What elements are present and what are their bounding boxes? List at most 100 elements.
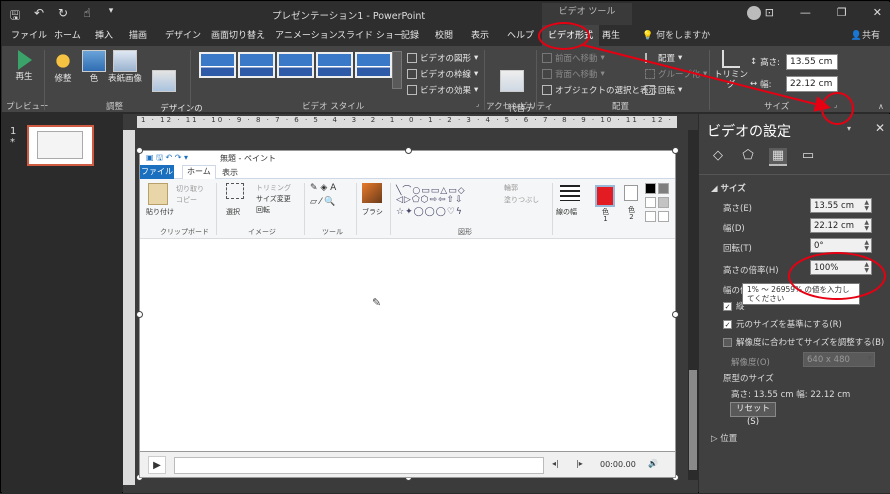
color-button[interactable]: 色 [82,50,106,84]
minimize-icon[interactable]: — [800,6,811,19]
tab-design[interactable]: デザイン [165,28,201,41]
undo-icon[interactable]: ↶ [32,6,46,27]
window-title: プレゼンテーション1 - PowerPoint [272,11,426,22]
tab-slideshow[interactable]: スライド ショー [337,28,403,41]
video-style-option[interactable] [199,52,236,78]
color-icon [82,50,106,72]
share-button[interactable]: 👤共有 [851,28,880,41]
gallery-scroll-button[interactable] [392,51,402,89]
pane-rotation-input[interactable]: 0° ▲ ▼ [810,238,872,253]
section-size-header[interactable]: ◢ サイズ [711,182,746,194]
pane-width-input[interactable]: 22.12 cm ▲ ▼ [810,218,872,233]
width-input[interactable]: 22.12 cm [786,76,838,92]
ribbon-separator [190,50,191,110]
tab-transitions[interactable]: 画面切り替え [211,28,265,41]
reset-design-icon [152,70,176,92]
video-style-option[interactable] [238,52,275,78]
palette-swatch [645,197,656,208]
video-progress-bar[interactable] [174,457,544,474]
effects-icon[interactable]: ⬠ [739,148,757,166]
scrollbar-thumb[interactable] [689,370,697,470]
spinner-icon[interactable]: ▲ ▼ [864,200,869,212]
tab-playback[interactable]: 再生 [602,28,620,41]
paint-separator [390,183,391,235]
close-pane-icon[interactable]: ✕ [875,121,885,135]
size-properties-icon[interactable]: ▦ [769,148,787,166]
video-effects-button[interactable]: ビデオの効果 ▾ [407,84,478,96]
resolution-select[interactable]: 640 x 480 ▼ [803,352,875,367]
video-shape-icon [407,53,417,63]
tab-file[interactable]: ファイル [11,28,47,41]
video-object[interactable]: ▣ 🖫 ↶ ↷ ▾ 無題 - ペイント ファイル ホーム 表示 貼り付け 切り取… [136,147,679,481]
tab-view[interactable]: 表示 [471,28,489,41]
video-style-option[interactable] [277,52,314,78]
poster-frame-button[interactable]: 表紙画像 [108,50,142,84]
align-button[interactable]: 配置 ▾ [645,52,682,64]
tab-draw[interactable]: 描画 [129,28,147,41]
volume-icon[interactable]: 🔊 [648,459,658,468]
resize-handle[interactable] [672,147,679,154]
pane-width-label: 幅(D) [723,224,745,234]
video-shape-button[interactable]: ビデオの図形 ▾ [407,52,478,64]
ribbon-separator [536,50,537,110]
video-icon[interactable]: ▭ [799,148,817,166]
best-scale-checkbox[interactable]: 解像度に合わせてサイズを調整する(B) [723,336,884,348]
chevron-down-icon: ▾ [678,85,683,95]
dialog-launcher-icon[interactable]: ⌟ [476,100,479,108]
close-icon[interactable]: ✕ [873,6,882,19]
expand-icon: ◢ [711,184,718,194]
resize-handle[interactable] [405,147,412,154]
touch-mode-icon[interactable]: ☝ [80,6,94,27]
resize-handle[interactable] [136,311,143,318]
fill-line-icon[interactable]: ◇ [709,148,727,166]
paint-qat-icons: ▣ 🖫 ↶ ↷ ▾ [146,153,188,162]
maximize-icon[interactable]: ❐ [837,6,847,19]
corrections-button[interactable]: 修整 [50,50,76,84]
tab-home[interactable]: ホーム [54,28,81,41]
rotate-button[interactable]: 回転 ▾ [645,84,682,96]
redo-icon[interactable]: ↻ [56,6,70,27]
step-forward-icon[interactable]: |▸ [576,459,583,468]
spinner-icon[interactable]: ▲ ▼ [864,240,869,252]
pane-width-value: 22.12 cm [814,221,854,231]
video-style-option[interactable] [316,52,353,78]
tab-animations[interactable]: アニメーション [275,28,338,41]
save-icon[interactable]: 🖫 [8,6,22,27]
selection-pane-button[interactable]: オブジェクトの選択と表示 [542,84,657,96]
video-border-button[interactable]: ビデオの枠線 ▾ [407,68,478,80]
crop-button[interactable]: トリミング [714,50,748,90]
video-play-button[interactable]: ▶ [148,456,166,474]
relative-original-checkbox[interactable]: ✓ 元のサイズを基準にする(R) [723,318,842,330]
resize-handle[interactable] [136,147,143,154]
paint-line-width-icon [560,185,580,201]
ribbon-display-icon[interactable]: ⊡ [765,6,774,19]
video-style-option[interactable] [355,52,392,78]
play-preview-button[interactable]: 再生 [8,50,40,82]
pane-height-input[interactable]: 13.55 cm ▲ ▼ [810,198,872,213]
reset-button[interactable]: リセット(S) [730,402,776,427]
resolution-label: 解像度(O) [731,358,770,368]
group-button[interactable]: グループ化 ▾ [645,68,707,80]
account-icon[interactable] [747,6,761,20]
relative-original-label: 元のサイズを基準にする(R) [736,320,842,330]
height-input[interactable]: 13.55 cm [786,54,838,70]
tell-me-search[interactable]: 💡 何をしますか [642,28,710,41]
customize-icon[interactable]: ▾ [104,6,118,27]
pane-options-icon[interactable]: ▾ [847,124,851,133]
tab-insert[interactable]: 挿入 [95,28,113,41]
section-position-header[interactable]: ▷ 位置 [711,432,737,444]
spinner-icon[interactable]: ▲ ▼ [864,220,869,232]
resize-handle[interactable] [672,311,679,318]
collapse-ribbon-icon[interactable]: ∧ [878,102,884,111]
pane-category-tabs: ◇ ⬠ ▦ ▭ [709,148,817,166]
tab-help[interactable]: ヘルプ [507,28,534,41]
send-backward-button[interactable]: 背面へ移動 ▾ [542,68,605,80]
tab-record[interactable]: 記録 [401,28,419,41]
bring-forward-button[interactable]: 前面へ移動 ▾ [542,52,605,64]
slide-thumbnail[interactable] [27,125,94,166]
step-back-icon[interactable]: ◂| [552,459,559,468]
editor-vertical-scrollbar[interactable] [688,130,698,480]
title-bar: 🖫 ↶ ↻ ☝ ▾ プレゼンテーション1 - PowerPoint ビデオ ツー… [2,2,890,25]
paint-group-shapes: 図形 [458,228,472,236]
tab-review[interactable]: 校閲 [435,28,453,41]
